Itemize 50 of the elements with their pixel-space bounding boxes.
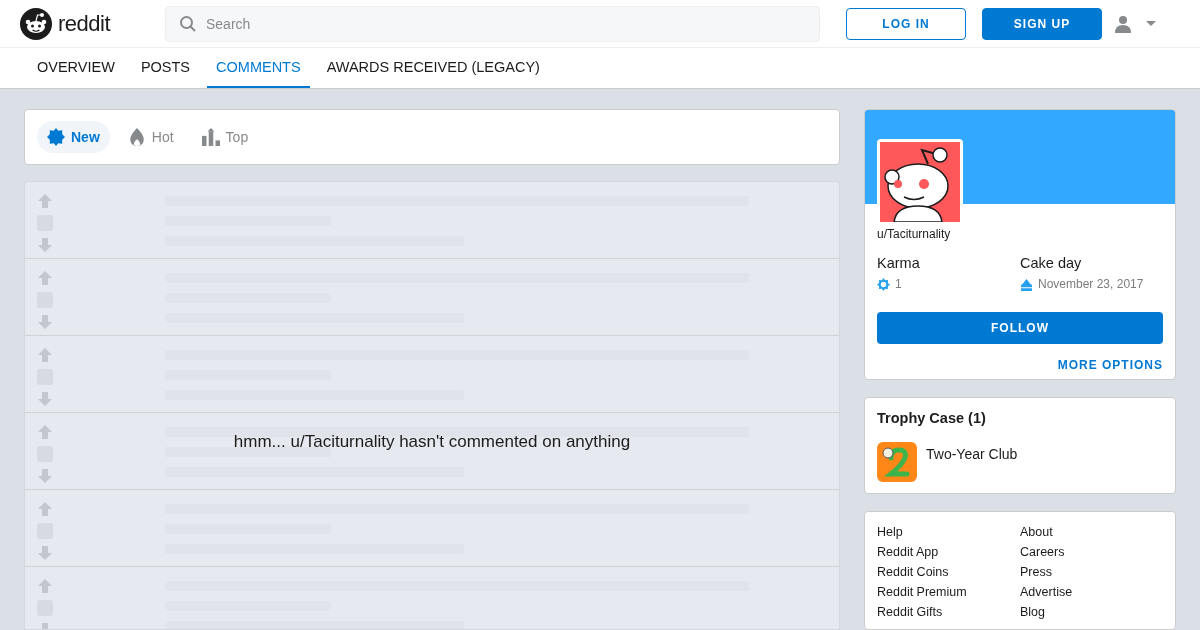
card-title: Trophy Case (1): [877, 409, 987, 426]
footer-link[interactable]: Reddit App: [877, 544, 1020, 561]
footer-link[interactable]: Reddit Coins: [877, 564, 1020, 581]
sign-up-button[interactable]: SIGN UP: [982, 7, 1102, 40]
stat-label: Karma: [877, 255, 921, 271]
downvote-icon: [38, 315, 52, 329]
upvote-icon: [38, 194, 52, 208]
upvote-icon: [38, 579, 52, 593]
karma-icon: [877, 277, 890, 291]
empty-message: hmm... u/Taciturnality hasn't commented on anything: [232, 432, 632, 452]
footer-link[interactable]: Careers: [1020, 544, 1163, 561]
profile-tab[interactable]: AWARDS RECEIVED (LEGACY): [317, 48, 549, 88]
upvote-icon: [38, 502, 52, 516]
flame-icon: [127, 128, 146, 146]
stat-label: Cake day: [1020, 255, 1083, 271]
user-icon[interactable]: [1114, 14, 1132, 33]
upvote-icon: [38, 271, 52, 285]
trophy-name: Two-Year Club: [926, 445, 1018, 462]
sort-option[interactable]: New: [37, 121, 110, 153]
profile-tab[interactable]: POSTS: [131, 48, 200, 88]
footer-link[interactable]: Blog: [1020, 604, 1163, 621]
username: u/Taciturnality: [877, 227, 952, 241]
upvote-icon: [38, 425, 52, 439]
stat-value: 1: [895, 277, 902, 291]
footer-link[interactable]: Press: [1020, 564, 1163, 581]
log-in-button[interactable]: LOG IN: [846, 7, 966, 40]
badge-icon: [47, 128, 65, 146]
downvote-icon: [38, 392, 52, 406]
profile-tab[interactable]: COMMENTS: [207, 48, 310, 88]
footer-link[interactable]: Help: [877, 524, 1020, 541]
cake-icon: [1020, 277, 1033, 291]
caret-icon[interactable]: [1146, 21, 1156, 26]
follow-button[interactable]: FOLLOW: [877, 312, 1163, 344]
downvote-icon: [38, 469, 52, 483]
search-field[interactable]: Search: [165, 5, 820, 42]
upvote-icon: [38, 348, 52, 362]
more-options-link[interactable]: MORE OPTIONS: [1057, 358, 1163, 372]
logo-icon[interactable]: [20, 7, 52, 40]
footer-link[interactable]: Reddit Gifts: [877, 604, 1020, 621]
logo-wordmark[interactable]: reddit: [58, 10, 111, 37]
footer-link[interactable]: Reddit Premium: [877, 584, 1020, 601]
profile-tab[interactable]: OVERVIEW: [28, 48, 124, 88]
stat-value: November 23, 2017: [1038, 277, 1144, 291]
trophy-icon: [877, 441, 917, 482]
bar-chart-icon: [201, 128, 220, 146]
sort-option[interactable]: Top: [191, 121, 259, 153]
footer-link[interactable]: Advertise: [1020, 584, 1163, 601]
downvote-icon: [38, 238, 52, 252]
downvote-icon: [38, 546, 52, 560]
footer-link[interactable]: About: [1020, 524, 1163, 541]
